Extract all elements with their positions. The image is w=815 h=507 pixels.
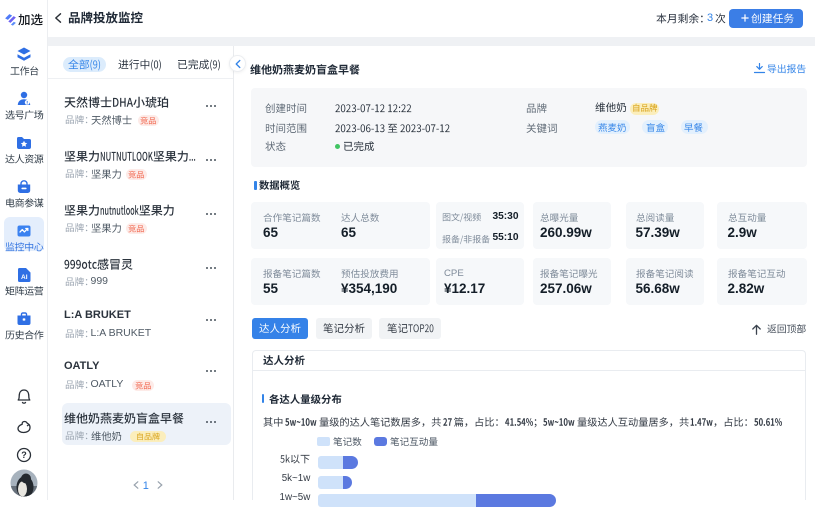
svg-text:?: ? xyxy=(21,450,27,460)
svg-text:AI: AI xyxy=(21,274,28,281)
